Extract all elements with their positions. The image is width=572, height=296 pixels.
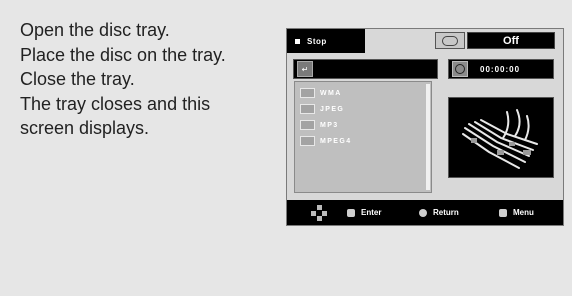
instruction-line-2: Place the disc on the tray. <box>20 44 226 65</box>
list-item[interactable]: WMA <box>300 86 420 100</box>
menu-button-icon <box>499 208 507 217</box>
list-scrollbar[interactable] <box>426 84 430 190</box>
stop-icon <box>295 38 300 44</box>
status-tab: Stop <box>287 29 365 53</box>
disc-icon <box>452 61 468 77</box>
instruction-line-1: Open the disc tray. <box>20 20 170 40</box>
folder-bar[interactable]: ↵ <box>293 59 438 79</box>
time-readout: 00:00:00 <box>480 64 521 74</box>
folder-icon <box>300 120 315 130</box>
return-hint[interactable]: Return <box>419 200 459 225</box>
enter-hint[interactable]: Enter <box>347 200 381 225</box>
disc-artwork-image <box>462 109 538 169</box>
file-type-label: MP3 <box>320 121 339 129</box>
menu-label: Menu <box>513 208 534 217</box>
folder-up-icon[interactable]: ↵ <box>297 61 313 77</box>
repeat-icon[interactable] <box>435 32 465 49</box>
file-type-label: WMA <box>320 89 342 97</box>
preview-window <box>448 97 554 178</box>
instruction-line-3: Close the tray. <box>20 69 135 89</box>
instructions: Open the disc tray. Place the disc on th… <box>20 18 260 141</box>
list-item[interactable]: MPEG4 <box>300 134 420 148</box>
time-bar: 00:00:00 <box>448 59 554 79</box>
top-bar: Stop Off <box>287 29 563 53</box>
folder-icon <box>300 136 315 146</box>
file-type-label: MPEG4 <box>320 137 352 145</box>
enter-label: Enter <box>361 208 382 217</box>
file-type-label: JPEG <box>320 105 345 113</box>
repeat-value[interactable]: Off <box>467 32 555 49</box>
status-label: Stop <box>307 36 327 46</box>
enter-button-icon <box>347 208 355 217</box>
instruction-line-5: screen displays. <box>20 118 150 138</box>
file-type-list: WMA JPEG MP3 MPEG4 <box>294 81 432 193</box>
list-item[interactable]: MP3 <box>300 118 420 132</box>
return-label: Return <box>433 208 459 217</box>
folder-icon <box>300 104 315 114</box>
page: Open the disc tray. Place the disc on th… <box>0 0 572 296</box>
return-button-icon <box>419 208 427 217</box>
player-screen: Stop Off ↵ WMA JPEG MP3 MPEG4 00:00:00 E… <box>286 28 564 226</box>
bottom-bar: Enter Return Menu <box>287 200 563 225</box>
list-item[interactable]: JPEG <box>300 102 420 116</box>
menu-hint[interactable]: Menu <box>499 200 534 225</box>
folder-icon <box>300 88 315 98</box>
navigation-arrows-icon <box>311 205 327 221</box>
instruction-line-4: The tray closes and this <box>20 93 211 114</box>
